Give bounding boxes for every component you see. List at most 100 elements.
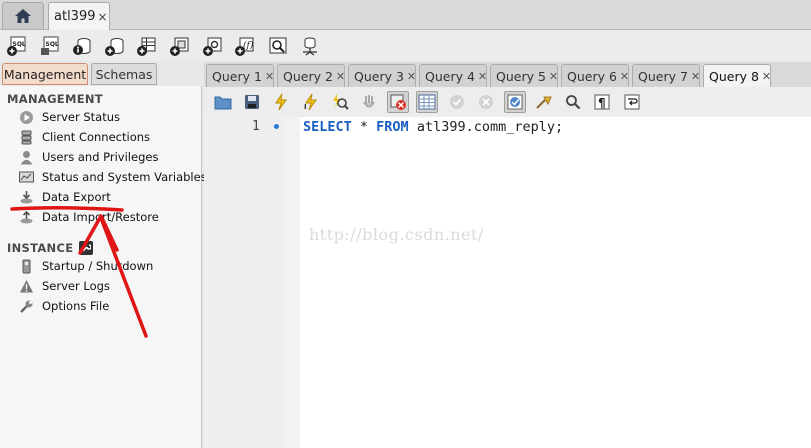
close-icon[interactable]: ✕ — [478, 70, 487, 83]
instance-title-text: INSTANCE — [7, 241, 74, 255]
nav-item-label: Data Export — [42, 190, 111, 204]
nav-item-server-logs[interactable]: Server Logs — [18, 277, 110, 295]
create-procedure-icon[interactable] — [201, 34, 225, 58]
nav-item-client-connections[interactable]: Client Connections — [18, 128, 150, 146]
nav-item-data-export[interactable]: Data Export — [18, 188, 111, 206]
search-table-data-icon[interactable] — [266, 34, 290, 58]
close-icon[interactable]: ✕ — [265, 70, 274, 83]
tab-label: Query 6 — [567, 68, 617, 84]
import-icon — [18, 209, 34, 225]
main-toolbar: SQL SQL (f) — [0, 31, 811, 61]
nav-item-label: Options File — [42, 299, 110, 313]
rollback-icon[interactable] — [475, 91, 497, 113]
line-number-gutter — [204, 117, 284, 448]
sql-token: * — [351, 119, 377, 135]
tab-label: Query 5 — [496, 68, 546, 84]
connection-tab-label: atl399 — [54, 9, 96, 24]
toggle-error-icon[interactable] — [387, 91, 410, 113]
tab-label: Query 4 — [425, 68, 475, 84]
home-icon — [15, 9, 31, 23]
export-icon — [18, 189, 34, 205]
nav-item-startup-shutdown[interactable]: Startup / Shutdown — [18, 257, 153, 275]
new-sql-tab-icon[interactable]: SQL — [5, 34, 29, 58]
svg-text:I: I — [304, 103, 307, 111]
svg-text:¶: ¶ — [598, 96, 606, 110]
tab-query-1[interactable]: Query 1 ✕ — [206, 64, 274, 87]
commit-icon[interactable] — [446, 91, 468, 113]
nav-item-data-import[interactable]: Data Import/Restore — [18, 208, 159, 226]
open-file-icon[interactable] — [212, 91, 234, 113]
management-section-title: MANAGEMENT — [7, 92, 103, 106]
nav-item-label: Server Status — [42, 110, 121, 124]
info-icon[interactable] — [70, 34, 94, 58]
play-icon — [18, 109, 34, 125]
create-table-icon[interactable] — [135, 34, 159, 58]
navigator-panel: MANAGEMENT Server Status Client Connecti… — [0, 86, 207, 448]
beautify-icon[interactable] — [533, 91, 555, 113]
wrench-icon — [79, 241, 94, 255]
stop-icon[interactable] — [358, 91, 380, 113]
nav-item-options-file[interactable]: Options File — [18, 297, 109, 315]
nav-item-label: Client Connections — [42, 130, 151, 144]
tab-label: Query 7 — [638, 68, 688, 84]
execute-icon[interactable] — [270, 91, 292, 113]
nav-item-status-variables[interactable]: Status and System Variables — [18, 168, 207, 186]
tab-label: Query 8 — [709, 69, 759, 84]
fold-margin — [284, 117, 300, 448]
invisible-chars-icon[interactable]: ¶ — [591, 91, 613, 113]
nav-item-label: Status and System Variables — [42, 170, 207, 184]
instance-section-title: INSTANCE — [7, 241, 94, 255]
limit-rows-icon[interactable] — [416, 91, 439, 113]
close-icon[interactable]: ✕ — [549, 70, 558, 83]
close-icon[interactable]: ✕ — [407, 70, 416, 83]
tab-query-5[interactable]: Query 5 ✕ — [490, 64, 558, 87]
sql-editor[interactable]: 1 SELECT * FROM atl399.comm_reply; http:… — [204, 117, 811, 448]
home-tab[interactable] — [2, 2, 44, 29]
sql-statement[interactable]: SELECT * FROM atl399.comm_reply; — [303, 119, 563, 135]
create-schema-icon[interactable] — [103, 34, 127, 58]
create-view-icon[interactable] — [168, 34, 192, 58]
connection-tab-bar: atl399 × — [0, 0, 811, 30]
wrench-icon — [18, 298, 34, 314]
workbench-window: atl399 × SQL SQL (f) Management Schemas … — [0, 0, 811, 448]
tab-schemas[interactable]: Schemas — [91, 63, 157, 85]
nav-item-label: Startup / Shutdown — [42, 259, 154, 273]
close-icon[interactable]: ✕ — [620, 70, 629, 83]
svg-text:SQL: SQL — [45, 41, 58, 48]
sql-editor-toolbar: I ¶ — [204, 87, 811, 117]
line-number: 1 — [252, 119, 260, 134]
watermark: http://blog.csdn.net/ — [309, 225, 484, 244]
create-function-icon[interactable]: (f) — [233, 34, 257, 58]
nav-item-server-status[interactable]: Server Status — [18, 108, 120, 126]
tab-query-6[interactable]: Query 6 ✕ — [561, 64, 629, 87]
sql-keyword: FROM — [376, 119, 409, 135]
explain-icon[interactable] — [329, 91, 351, 113]
tab-management[interactable]: Management — [2, 63, 88, 85]
execute-current-icon[interactable]: I — [300, 91, 322, 113]
close-icon[interactable]: ✕ — [691, 70, 700, 83]
tab-query-3[interactable]: Query 3 ✕ — [348, 64, 416, 87]
nav-item-users-privileges[interactable]: Users and Privileges — [18, 148, 158, 166]
sql-keyword: SELECT — [303, 119, 352, 135]
tab-label: Query 1 — [212, 68, 262, 84]
warning-icon — [18, 278, 34, 294]
nav-item-label: Server Logs — [42, 279, 110, 293]
open-sql-script-icon[interactable]: SQL — [38, 34, 62, 58]
close-icon[interactable]: × — [98, 10, 108, 24]
tab-query-7[interactable]: Query 7 ✕ — [632, 64, 700, 87]
close-icon[interactable]: ✕ — [762, 70, 771, 83]
nav-item-label: Users and Privileges — [42, 150, 159, 164]
connection-tab[interactable]: atl399 × — [48, 2, 110, 30]
find-icon[interactable] — [562, 91, 584, 113]
reconnect-icon[interactable] — [298, 34, 322, 58]
tab-query-2[interactable]: Query 2 ✕ — [277, 64, 345, 87]
sql-token: atl399.comm_reply; — [408, 119, 564, 135]
monitor-icon — [18, 169, 34, 185]
close-icon[interactable]: ✕ — [336, 70, 345, 83]
statement-marker-icon — [274, 124, 279, 129]
tab-query-8[interactable]: Query 8 ✕ — [703, 64, 771, 88]
autocommit-icon[interactable] — [503, 91, 526, 113]
save-icon[interactable] — [241, 91, 263, 113]
tab-query-4[interactable]: Query 4 ✕ — [419, 64, 487, 87]
wrap-icon[interactable] — [621, 91, 643, 113]
